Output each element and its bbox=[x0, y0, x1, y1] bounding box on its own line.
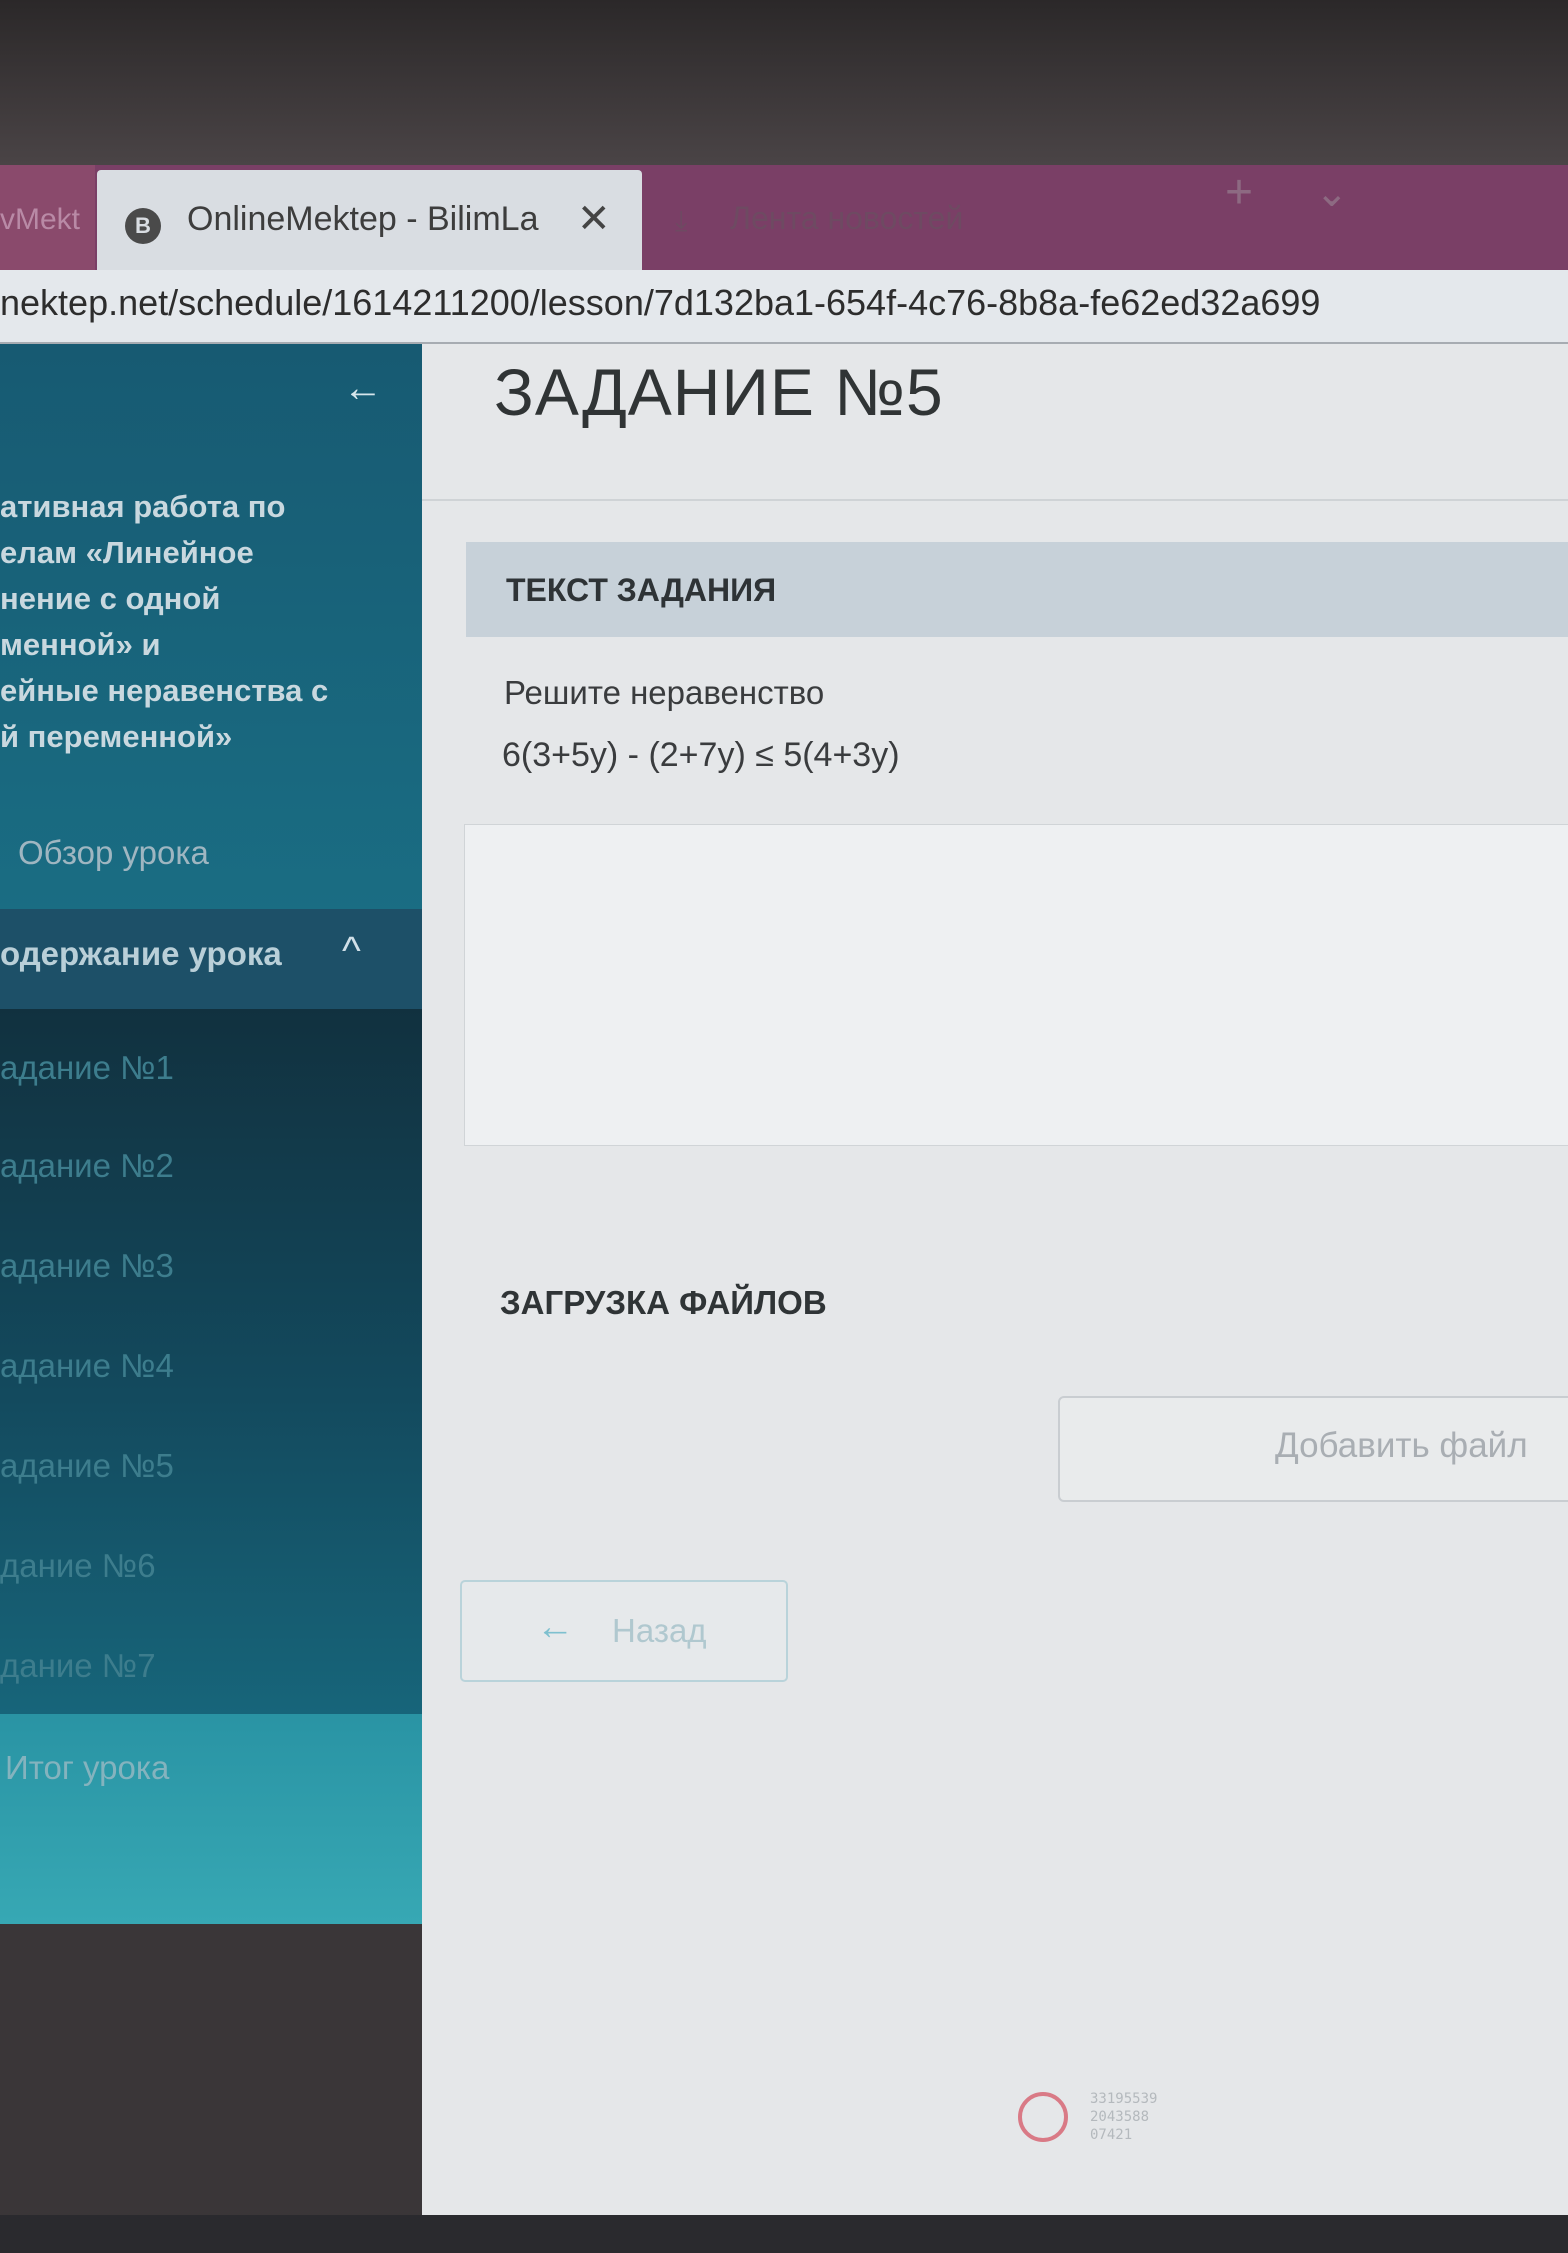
download-icon: ⤓ bbox=[675, 205, 688, 236]
back-button[interactable]: ← Назад bbox=[460, 1580, 788, 1682]
title-divider bbox=[422, 499, 1568, 501]
collapse-sidebar-icon[interactable]: ← bbox=[343, 366, 383, 411]
sidebar-item-task-6[interactable]: дание №6 bbox=[0, 1547, 156, 1585]
task-list: адание №1 адание №2 адание №3 адание №4 … bbox=[0, 1009, 422, 1714]
sidebar-section-contents[interactable]: одержание урока ^ bbox=[0, 909, 422, 1009]
tab-previous-label: vMekt bbox=[0, 203, 81, 236]
main-content: ЗАДАНИЕ №5 ТЕКСТ ЗАДАНИЯ Решите неравенс… bbox=[422, 344, 1568, 2244]
bilimland-favicon-icon: B bbox=[125, 208, 161, 244]
task-expression: 6(3+5y) - (2+7y) ≤ 5(4+3y) bbox=[502, 736, 900, 774]
arrow-left-icon: ← bbox=[536, 1606, 574, 1648]
page-title: ЗАДАНИЕ №5 bbox=[494, 355, 944, 429]
tab-title: OnlineMektep - BilimLa bbox=[187, 200, 539, 238]
task-text-header: ТЕКСТ ЗАДАНИЯ bbox=[466, 542, 1568, 637]
watermark-circle-icon bbox=[1018, 2092, 1068, 2142]
chevron-up-icon[interactable]: ^ bbox=[342, 929, 361, 974]
sidebar-item-task-4[interactable]: адание №4 bbox=[0, 1347, 174, 1385]
address-bar[interactable]: nektep.net/schedule/1614211200/lesson/7d… bbox=[0, 270, 1568, 344]
back-label: Назад bbox=[612, 1612, 707, 1649]
sidebar-item-task-2[interactable]: адание №2 bbox=[0, 1147, 174, 1185]
task-instruction: Решите неравенство bbox=[504, 674, 825, 711]
upload-header: ЗАГРУЗКА ФАЙЛОВ bbox=[500, 1284, 827, 1321]
close-tab-icon[interactable]: ✕ bbox=[577, 196, 611, 242]
sidebar-item-task-7[interactable]: дание №7 bbox=[0, 1647, 156, 1685]
lesson-sidebar: ← ативная работа по елам «Линейное нение… bbox=[0, 344, 422, 1924]
sidebar-item-task-3[interactable]: адание №3 bbox=[0, 1247, 174, 1285]
tab-news-feed[interactable]: ⤓ Лента новостей bbox=[655, 185, 1195, 265]
sidebar-item-summary[interactable]: Итог урока bbox=[5, 1749, 169, 1787]
add-file-label: Добавить файл bbox=[1275, 1426, 1528, 1465]
url-text[interactable]: nektep.net/schedule/1614211200/lesson/7d… bbox=[0, 282, 1320, 324]
taskbar bbox=[0, 2215, 1568, 2253]
task-text-header-label: ТЕКСТ ЗАДАНИЯ bbox=[506, 572, 777, 608]
contents-label: одержание урока bbox=[0, 935, 282, 972]
watermark-text: 33195539 2043588 07421 bbox=[1090, 2091, 1158, 2143]
tab-previous[interactable]: vMekt bbox=[0, 165, 95, 275]
sidebar-item-task-1[interactable]: адание №1 bbox=[0, 1049, 174, 1087]
sidebar-item-overview[interactable]: Обзор урока bbox=[18, 834, 209, 872]
sidebar-item-task-5[interactable]: адание №5 bbox=[0, 1447, 174, 1485]
tab-onlinemektep[interactable]: B OnlineMektep - BilimLa ✕ bbox=[97, 170, 642, 275]
tab-list-chevron-icon[interactable]: ⌄ bbox=[1315, 170, 1349, 216]
course-title: ативная работа по елам «Линейное нение с… bbox=[0, 489, 329, 754]
answer-box[interactable] bbox=[464, 824, 1568, 1146]
monitor-bezel bbox=[0, 0, 1568, 165]
tab-news-title: Лента новостей bbox=[730, 200, 964, 236]
add-file-button[interactable]: Добавить файл bbox=[1058, 1396, 1568, 1502]
new-tab-button[interactable]: + bbox=[1225, 165, 1253, 220]
